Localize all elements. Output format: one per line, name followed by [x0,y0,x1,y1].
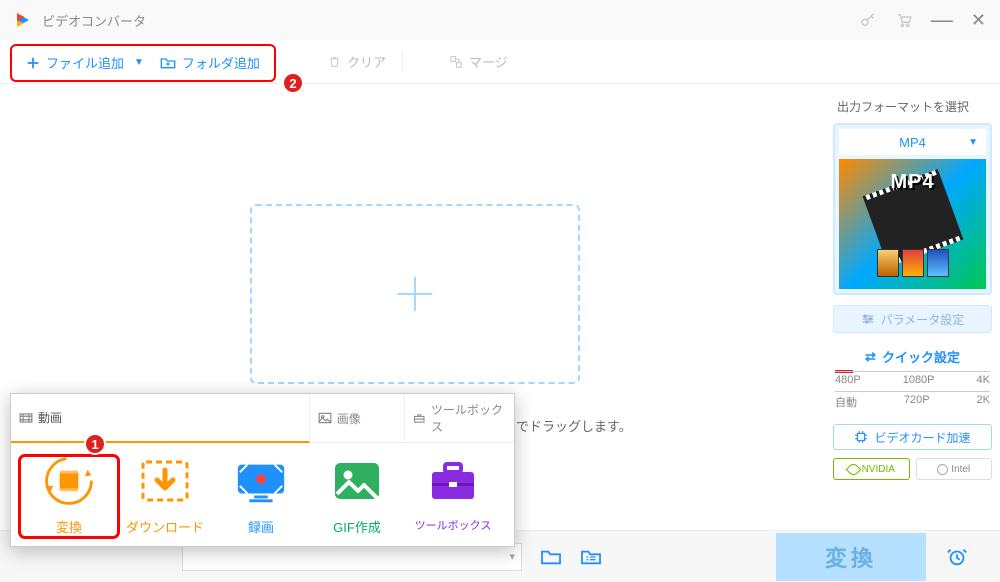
sliders-h-icon: ⇄ [865,349,876,365]
toolbar: ファイル追加 ▼ フォルダ追加 クリア マージ [0,40,1000,84]
add-file-dropdown[interactable]: ▼ [134,57,144,68]
minimize-icon[interactable]: — [931,7,953,33]
convert-icon [41,457,97,505]
convert-button[interactable]: 変換 [776,533,926,581]
format-value: MP4 [899,135,926,150]
trash-icon [328,55,341,69]
nvidia-badge: NVIDIA [833,458,910,480]
close-icon[interactable]: ✕ [971,10,986,31]
add-group-highlight: ファイル追加 ▼ フォルダ追加 [10,44,276,82]
format-selector: MP4 ▼ MP4 [833,123,992,295]
feature-convert[interactable]: 変換 [21,457,117,536]
feature-convert-label: 変換 [56,517,82,536]
parameter-settings-button[interactable]: パラメータ設定 [833,305,992,333]
clear-label: クリア [347,52,386,71]
clear-button[interactable]: クリア [322,52,392,71]
chip-icon [854,430,868,444]
chevron-down-icon: ▼ [968,137,978,148]
feature-record-label: 録画 [248,517,274,536]
intel-circle-icon [937,464,948,475]
merge-button[interactable]: マージ [443,52,514,71]
toolbox-large-icon [425,457,481,505]
record-icon [233,457,289,505]
merge-icon [449,55,463,69]
sidebar: 出力フォーマットを選択 MP4 ▼ MP4 パラメータ設定 ⇄ クイック設定 4… [825,84,1000,480]
nvidia-eye-icon [845,461,861,477]
quick-row-2[interactable]: 自動 720P 2K [835,394,990,410]
quick-settings-title: ⇄ クイック設定 [833,347,992,366]
annotation-badge-1: 1 [84,433,106,455]
video-card-label: ビデオカード加速 [874,429,970,446]
parameter-settings-label: パラメータ設定 [881,311,965,328]
merge-label: マージ [469,52,508,71]
plus-large-icon [392,271,438,317]
add-file-label: ファイル追加 [46,53,124,72]
image-icon [318,412,332,424]
titlebar: ビデオコンバータ — ✕ [0,0,1000,40]
toolbar-separator [402,51,403,73]
brand-row: NVIDIA Intel [833,458,992,480]
download-icon [137,457,193,505]
format-thumbnail: MP4 [839,159,986,289]
quick-row-1[interactable]: 480P 1080P 4K [835,374,990,386]
feature-toolbox[interactable]: ツールボックス [405,457,501,536]
feature-gif[interactable]: GIF作成 [309,457,405,536]
app-title: ビデオコンバータ [42,11,146,30]
feature-tabs-popup: 動画 画像 ツールボックス 1 変換 ダウンロード [10,393,515,547]
key-icon[interactable] [859,11,877,29]
feature-record[interactable]: 録画 [213,457,309,536]
intel-badge: Intel [916,458,993,480]
tab-toolbox[interactable]: ツールボックス [405,394,514,443]
add-folder-label: フォルダ追加 [182,53,260,72]
add-file-button[interactable]: ファイル追加 [20,53,130,72]
plus-icon [26,56,40,70]
open-folder-icon[interactable] [540,548,562,566]
tab-image[interactable]: 画像 [310,394,406,443]
sliders-icon [861,313,875,325]
add-folder-button[interactable]: フォルダ追加 [148,53,266,72]
quick-settings: ⇄ クイック設定 480P 1080P 4K 自動 720P 2K [833,347,992,410]
format-dropdown[interactable]: MP4 ▼ [839,129,986,155]
gif-icon [329,457,385,505]
feature-download[interactable]: ダウンロード [117,457,213,536]
cart-icon[interactable] [895,11,913,29]
alarm-icon[interactable] [946,546,968,568]
feature-download-label: ダウンロード [126,517,204,536]
tab-video[interactable]: 動画 [11,394,310,443]
video-card-accel-button[interactable]: ビデオカード加速 [833,424,992,450]
feature-gif-label: GIF作成 [333,517,381,536]
output-format-title: 出力フォーマットを選択 [837,98,992,115]
feature-tabs-body: 1 変換 ダウンロード 録画 GIF作成 [11,443,514,546]
format-thumb-label: MP4 [890,171,934,194]
film-icon [19,412,33,424]
folder-plus-icon [160,56,176,70]
app-logo-icon [14,11,32,29]
dropzone[interactable] [250,204,580,384]
feature-toolbox-label: ツールボックス [415,517,492,533]
toolbox-icon [413,412,426,424]
list-folder-icon[interactable] [580,548,602,566]
